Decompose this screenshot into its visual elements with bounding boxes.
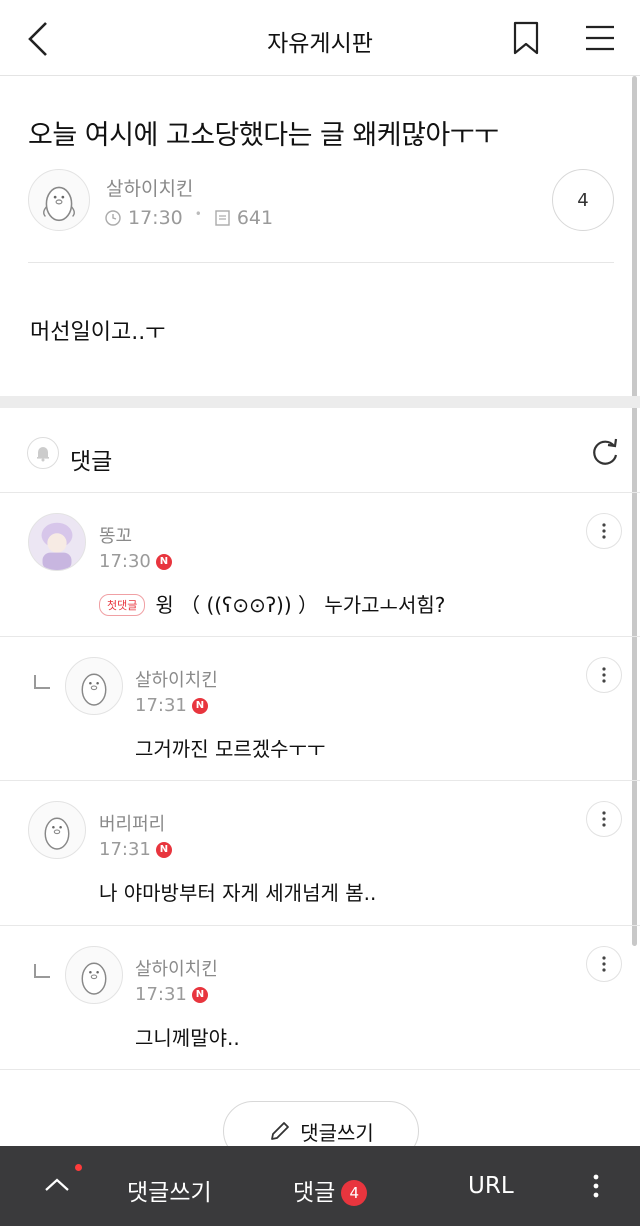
author-avatar[interactable] [28, 169, 90, 231]
bottom-toolbar: 댓글쓰기 댓글 4 URL [0, 1146, 640, 1226]
commenter-avatar[interactable] [28, 513, 86, 571]
comment-time-text: 17:31 [135, 984, 187, 1005]
commenter-avatar[interactable] [65, 946, 123, 1004]
section-divider [0, 396, 640, 408]
comment-text: 나 야마방부터 자게 세개넘게 봄.. [99, 881, 377, 905]
post-time: 17:30 [128, 207, 183, 229]
penguin-avatar-icon [81, 673, 107, 706]
comment-time-text: 17:31 [135, 695, 187, 716]
penguin-avatar-icon [44, 817, 70, 850]
comment-item: 똥꼬 17:30 N 첫댓글 윙 （ ((ʕ⊙⊙ʔ)) ） 누가고ㅗ서힘? [0, 493, 640, 637]
comment-text: 윙 （ ((ʕ⊙⊙ʔ)) ） 누가고ㅗ서힘? [155, 593, 446, 617]
new-badge: N [155, 553, 172, 570]
post-meta: 17:30 • 641 [104, 207, 273, 229]
comment-time-text: 17:31 [99, 839, 151, 860]
comment-count-badge: 4 [341, 1180, 368, 1206]
post-body: 머선일이고..ㅜ [30, 320, 166, 345]
url-button[interactable]: URL [468, 1173, 514, 1199]
reply-arrow-icon [34, 964, 50, 978]
comment-time: 17:31 N [135, 984, 208, 1005]
new-badge: N [191, 986, 208, 1003]
bell-icon[interactable] [27, 437, 59, 469]
profile-photo-icon [29, 514, 85, 570]
reply-item: 살하이치킨 17:31 N 그거까진 모르겠수ㅜㅜ [0, 637, 640, 781]
comment-time-text: 17:30 [99, 551, 151, 572]
chevron-up-icon[interactable] [40, 1170, 74, 1200]
author-name[interactable]: 살하이치킨 [106, 174, 193, 201]
penguin-avatar-icon [81, 962, 107, 995]
menu-icon[interactable] [584, 22, 616, 54]
reply-item: 살하이치킨 17:31 N 그니께말야.. [0, 926, 640, 1070]
comment-time: 17:31 N [99, 839, 172, 860]
more-icon[interactable] [586, 946, 622, 982]
more-icon[interactable] [586, 657, 622, 693]
write-comment-label: 댓글쓰기 [300, 1120, 374, 1145]
post-views: 641 [236, 207, 274, 229]
bookmark-icon[interactable] [511, 21, 541, 55]
comments-header: 댓글 [0, 408, 640, 493]
commenter-avatar[interactable] [65, 657, 123, 715]
notification-dot [75, 1164, 82, 1171]
comment-text: 그거까진 모르겠수ㅜㅜ [135, 737, 326, 761]
comment-text: 그니께말야.. [135, 1026, 240, 1050]
refresh-icon[interactable] [588, 436, 622, 470]
commenter-name[interactable]: 살하이치킨 [135, 955, 218, 981]
first-comment-badge: 첫댓글 [99, 593, 146, 616]
top-nav-bar: 자유게시판 [0, 0, 640, 76]
commenter-avatar[interactable] [28, 801, 86, 859]
comment-text-row: 첫댓글 윙 （ ((ʕ⊙⊙ʔ)) ） 누가고ㅗ서힘? [99, 589, 445, 618]
new-badge: N [191, 697, 208, 714]
comment-count-button[interactable]: 4 [552, 169, 614, 231]
more-icon[interactable] [586, 513, 622, 549]
comment-item: 버리퍼리 17:31 N 나 야마방부터 자게 세개넘게 봄.. [0, 781, 640, 926]
page-title: 자유게시판 [267, 31, 373, 57]
document-icon [215, 210, 230, 226]
bottom-comments-button[interactable]: 댓글 4 [293, 1173, 368, 1207]
pencil-icon [271, 1122, 290, 1140]
divider [28, 262, 614, 263]
reply-arrow-icon [34, 675, 50, 689]
comments-label: 댓글 [70, 449, 113, 475]
bottom-comments-label: 댓글 [293, 1180, 336, 1206]
comment-time: 17:30 N [99, 551, 172, 572]
bottom-write-comment-button[interactable]: 댓글쓰기 [127, 1173, 212, 1207]
commenter-name[interactable]: 살하이치킨 [135, 666, 218, 692]
clock-icon [105, 210, 121, 226]
commenter-name[interactable]: 똥꼬 [99, 522, 132, 548]
post-title: 오늘 여시에 고소당했다는 글 왜케많아ㅜㅜ [28, 120, 499, 151]
new-badge: N [155, 841, 172, 858]
meta-separator: • [194, 207, 202, 221]
more-icon[interactable] [586, 801, 622, 837]
more-icon[interactable] [586, 1172, 606, 1200]
comment-time: 17:31 N [135, 695, 208, 716]
penguin-avatar-icon [43, 186, 75, 222]
commenter-name[interactable]: 버리퍼리 [99, 810, 165, 836]
